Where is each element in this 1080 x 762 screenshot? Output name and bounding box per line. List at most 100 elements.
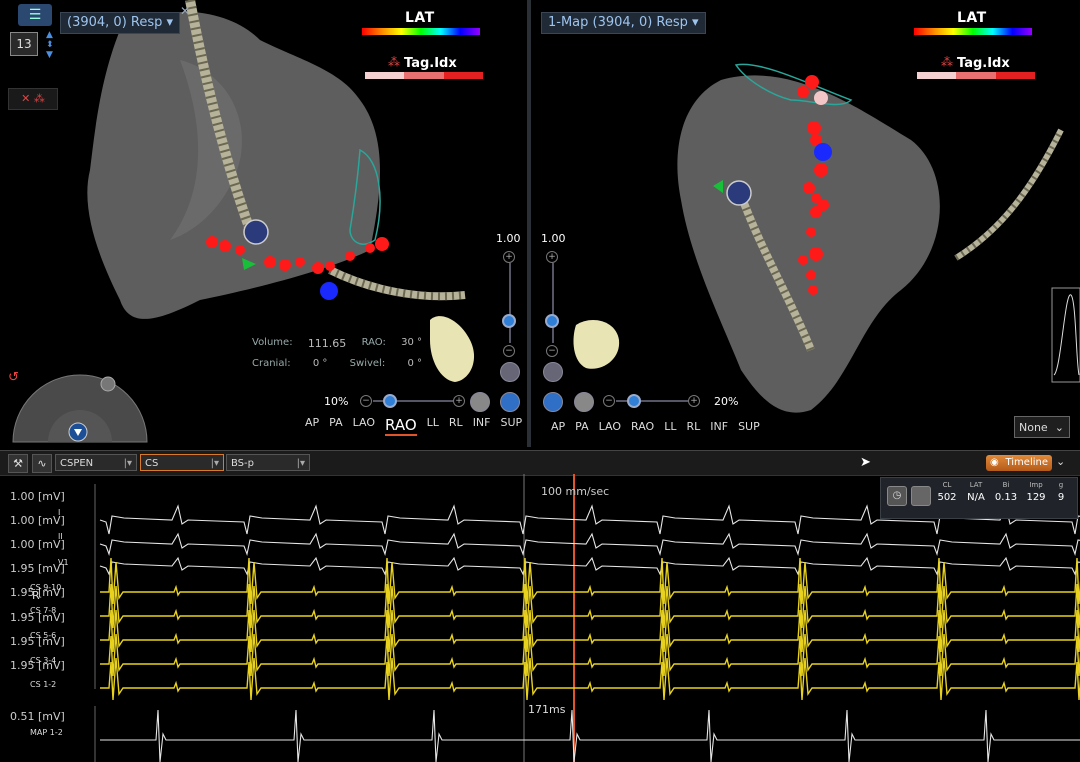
view-pa[interactable]: PA xyxy=(575,420,588,433)
navigation-wheel[interactable] xyxy=(8,366,148,446)
channel-name: CS 5-6 xyxy=(30,631,57,640)
right-zoom-slider[interactable] xyxy=(552,263,554,343)
cl-header: CL xyxy=(942,481,952,489)
trace-map-1-2[interactable] xyxy=(100,709,1080,762)
view-sup[interactable]: SUP xyxy=(501,416,523,436)
map-select-value: None xyxy=(1019,421,1048,434)
left-map-panel[interactable]: ☰ 13 ▲ ⬍ ▼ (3904, 0) Resp ▾ ✕ ✕ ⁂ LAT ⁂ Ta… xyxy=(0,0,527,447)
chevron-down-icon: ⌄ xyxy=(1054,421,1064,434)
left-tag-colorbar xyxy=(365,72,483,79)
tag-icon: ⁂ xyxy=(941,55,953,69)
zoom-out-icon[interactable]: − xyxy=(503,345,515,357)
measurement-panel: ◷ CL 502 LAT N/A Bi 0.13 Imp 129 g9 xyxy=(880,477,1078,519)
zoom-in-icon[interactable]: + xyxy=(503,251,515,263)
zoom-out-icon[interactable]: − xyxy=(546,345,558,357)
left-map-title-text: (3904, 0) Resp xyxy=(67,15,163,30)
view-ll[interactable]: LL xyxy=(664,420,676,433)
timeline-label: Timeline xyxy=(1005,457,1048,468)
montage-select-2-value: CS xyxy=(145,458,159,469)
left-fit-view-icon[interactable] xyxy=(500,362,520,382)
right-map-panel[interactable]: 1-Map (3904, 0) Resp ▾ LAT ⁂ Tag.Idx 1.0… xyxy=(531,0,1080,447)
left-view-presets: AP PA LAO RAO LL RL INF SUP xyxy=(305,416,522,436)
view-ll[interactable]: LL xyxy=(427,416,439,436)
transparency-minus-icon[interactable]: − xyxy=(603,395,615,407)
frame-counter[interactable]: 13 xyxy=(10,32,38,56)
right-transparency-knob[interactable] xyxy=(627,394,641,408)
bi-column: Bi 0.13 xyxy=(993,481,1019,503)
right-sphere-icon[interactable] xyxy=(574,392,594,412)
right-view-presets: AP PA LAO RAO LL RL INF SUP xyxy=(551,420,760,433)
left-map-title[interactable]: (3904, 0) Resp ▾ xyxy=(60,12,181,34)
trace-v1[interactable] xyxy=(99,556,1080,576)
timeline-button[interactable]: ◉ Timeline xyxy=(986,455,1052,471)
right-lat-colorbar xyxy=(914,28,1032,35)
app-menu-icon[interactable]: ☰ xyxy=(18,4,52,26)
view-rao-selected[interactable]: RAO xyxy=(385,416,417,436)
transparency-plus-icon[interactable]: + xyxy=(453,395,465,407)
channel-name: V1 xyxy=(58,558,69,567)
hammer-icon[interactable]: ⚒ xyxy=(8,454,28,473)
view-ap[interactable]: AP xyxy=(551,420,565,433)
view-inf[interactable]: INF xyxy=(473,416,491,436)
view-lao[interactable]: LAO xyxy=(353,416,375,436)
right-map-title[interactable]: 1-Map (3904, 0) Resp ▾ xyxy=(541,12,706,34)
left-zoom-knob[interactable] xyxy=(502,314,516,328)
view-rl[interactable]: RL xyxy=(686,420,700,433)
tag-tool-icon[interactable]: ✕ ⁂ xyxy=(8,88,58,110)
close-icon[interactable]: ✕ xyxy=(180,4,190,18)
left-lat-colorbar xyxy=(362,28,480,35)
transparency-minus-icon[interactable]: − xyxy=(360,395,372,407)
left-sphere-icon[interactable] xyxy=(470,392,490,412)
map-icon[interactable] xyxy=(911,486,931,506)
signal-add-icon[interactable]: ∿ xyxy=(32,454,52,473)
channel-name: MAP 1-2 xyxy=(30,728,63,737)
montage-select-1-value: CSPEN xyxy=(60,458,94,469)
view-rl[interactable]: RL xyxy=(449,416,463,436)
view-pa[interactable]: PA xyxy=(329,416,342,436)
left-zoom-slider[interactable] xyxy=(509,263,511,343)
clock-icon[interactable]: ◷ xyxy=(887,486,907,506)
chevron-down-icon[interactable]: ⌄ xyxy=(1056,455,1065,468)
right-tag-label: Tag.Idx xyxy=(957,56,1010,71)
dropdown-icon: ▾ xyxy=(166,15,174,30)
lat-column: LAT N/A xyxy=(963,481,989,503)
view-lao[interactable]: LAO xyxy=(599,420,621,433)
view-inf[interactable]: INF xyxy=(710,420,728,433)
left-tag-label: Tag.Idx xyxy=(404,56,457,71)
lat-header: LAT xyxy=(969,481,983,489)
view-rao[interactable]: RAO xyxy=(631,420,654,433)
right-rotate-icon[interactable] xyxy=(543,392,563,412)
bi-header: Bi xyxy=(1002,481,1010,489)
g-value: 9 xyxy=(1057,492,1065,503)
left-transparency-knob[interactable] xyxy=(383,394,397,408)
channel-name: II xyxy=(58,532,63,541)
dropdown-icon: |▾ xyxy=(123,458,132,469)
dropdown-icon: |▾ xyxy=(296,458,305,469)
right-map-title-text: 1-Map (3904, 0) Resp xyxy=(548,15,688,30)
right-fit-view-icon[interactable] xyxy=(543,362,563,382)
transparency-plus-icon[interactable]: + xyxy=(688,395,700,407)
orientation-icon[interactable]: ↺ xyxy=(8,370,19,385)
frame-stepper-icon[interactable]: ▲ ⬍ ▼ xyxy=(46,30,54,60)
montage-select-3-value: BS-p xyxy=(231,458,254,469)
volume-label: Volume: xyxy=(252,337,293,348)
left-scale-value: 1.00 xyxy=(496,232,521,245)
imp-value: 129 xyxy=(1026,492,1046,503)
view-ap[interactable]: AP xyxy=(305,416,319,436)
scale-label: 1.00 [mV] xyxy=(10,538,65,551)
view-sup[interactable]: SUP xyxy=(738,420,760,433)
montage-select-1[interactable]: CSPEN |▾ xyxy=(55,454,137,471)
montage-select-2[interactable]: CS |▾ xyxy=(140,454,224,471)
cranial-value: 0 ° xyxy=(312,358,328,369)
timeline-icon: ◉ xyxy=(990,457,999,468)
montage-select-3[interactable]: BS-p |▾ xyxy=(226,454,310,471)
left-view-info: Volume: 111.65 RAO: 30 ° Cranial: 0 ° Sw… xyxy=(252,337,422,369)
left-rotate-icon[interactable] xyxy=(500,392,520,412)
trace-cs-9-10[interactable] xyxy=(100,557,1080,605)
right-lat-label: LAT xyxy=(957,10,987,26)
right-scale-value: 1.00 xyxy=(541,232,566,245)
map-select-dropdown[interactable]: None ⌄ xyxy=(1014,416,1070,438)
right-zoom-knob[interactable] xyxy=(545,314,559,328)
zoom-in-icon[interactable]: + xyxy=(546,251,558,263)
trace-ii[interactable] xyxy=(99,532,1080,556)
